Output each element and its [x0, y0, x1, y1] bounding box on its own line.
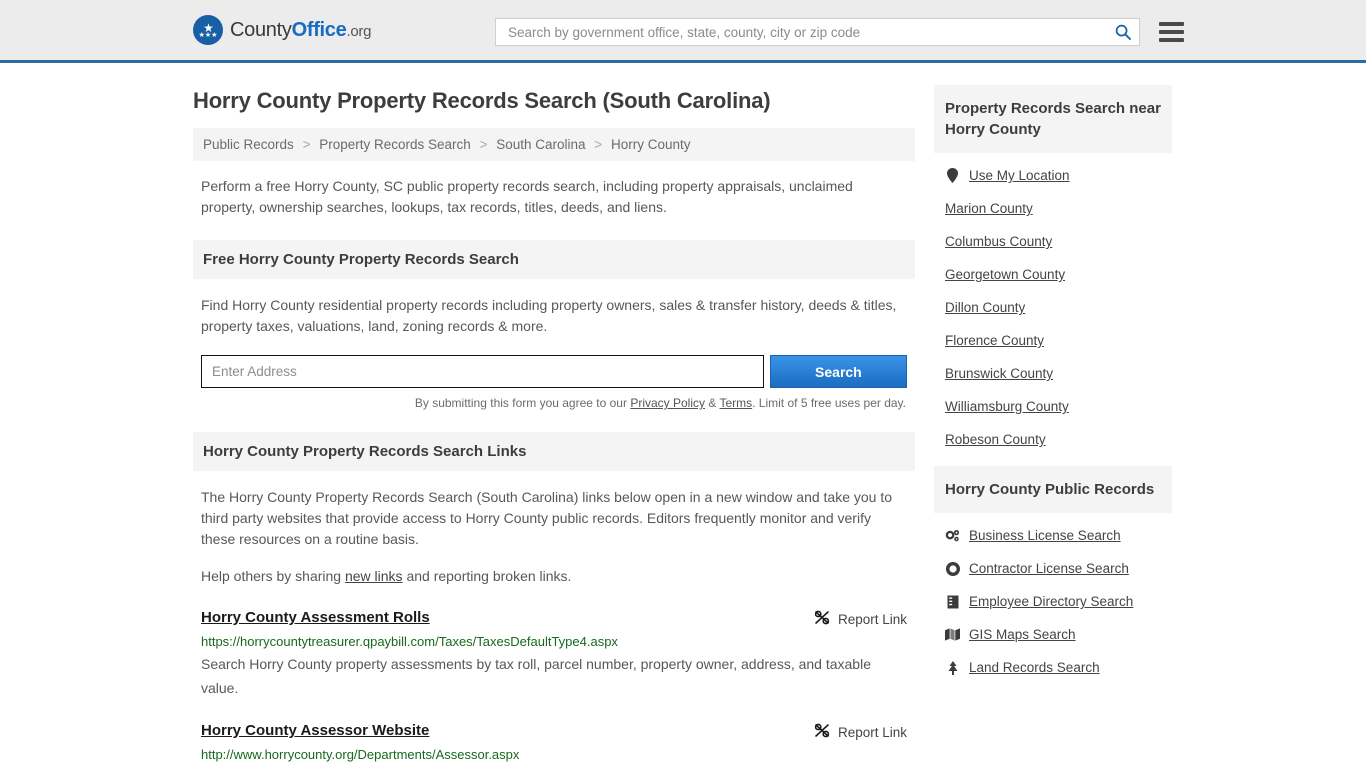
links-section-body: The Horry County Property Records Search… — [193, 487, 915, 587]
cog-icon — [945, 561, 960, 576]
result-header: Horry County Assessment Rolls Report Lin… — [201, 609, 907, 628]
sidebar-item-marion-county[interactable]: Marion County — [934, 192, 1172, 225]
logo-text: CountyOffice.org — [230, 19, 371, 42]
search-input[interactable] — [506, 23, 1115, 41]
sidebar-item-brunswick-county[interactable]: Brunswick County — [934, 357, 1172, 390]
free-search-description: Find Horry County residential property r… — [201, 297, 897, 334]
sidebar-item-contractor-license-search[interactable]: Contractor License Search — [934, 552, 1172, 585]
links-section-heading: Horry County Property Records Search Lin… — [193, 432, 915, 471]
result-description: Search Horry County property assessments… — [201, 656, 871, 696]
sidebar-item-business-license-search[interactable]: Business License Search — [934, 519, 1172, 552]
report-link-label: Report Link — [837, 724, 907, 740]
breadcrumb-item-public-records[interactable]: Public Records — [203, 137, 294, 152]
sidebar-item-use-my-location[interactable]: Use My Location — [934, 159, 1172, 192]
report-link-button[interactable]: Report Link — [814, 722, 907, 741]
address-input[interactable] — [201, 355, 764, 388]
address-search-button[interactable]: Search — [769, 355, 907, 388]
new-links-link[interactable]: new links — [345, 568, 403, 584]
result-header: Horry County Assessor Website Report Lin… — [201, 722, 907, 741]
links-section-paragraph: The Horry County Property Records Search… — [201, 489, 893, 547]
breadcrumb-item-property-records-search[interactable]: Property Records Search — [319, 137, 471, 152]
result-url[interactable]: https://horrycountytreasurer.qpaybill.co… — [201, 634, 907, 649]
search-icon[interactable] — [1115, 24, 1131, 40]
disclaimer-prefix: By submitting this form you agree to our — [414, 396, 631, 410]
result-url[interactable]: http://www.horrycounty.org/Departments/A… — [201, 747, 907, 762]
result-item: Horry County Assessment Rolls Report Lin… — [193, 609, 915, 700]
global-search-box[interactable] — [495, 18, 1140, 46]
breadcrumb-separator: > — [479, 137, 488, 152]
sidebar-link-label[interactable]: Employee Directory Search — [969, 594, 1133, 609]
breadcrumb-item-horry-county[interactable]: Horry County — [611, 137, 691, 152]
help-prefix: Help others by sharing — [201, 568, 345, 584]
breadcrumb-item-south-carolina[interactable]: South Carolina — [496, 137, 585, 152]
page-body: Horry County Property Records Search (So… — [0, 63, 1366, 768]
sidebar-item-columbus-county[interactable]: Columbus County — [934, 225, 1172, 258]
sidebar-item-williamsburg-county[interactable]: Williamsburg County — [934, 390, 1172, 423]
result-title-link[interactable]: Horry County Assessor Website — [201, 722, 429, 739]
breadcrumb-separator: > — [594, 137, 603, 152]
book-icon — [945, 595, 960, 609]
report-link-label: Report Link — [837, 611, 907, 627]
privacy-policy-link[interactable]: Privacy Policy — [630, 396, 705, 410]
sidebar-link-label[interactable]: Dillon County — [945, 300, 1025, 315]
hamburger-menu-icon[interactable] — [1159, 22, 1184, 42]
free-search-heading: Free Horry County Property Records Searc… — [193, 240, 915, 279]
logo-text-office: Office — [291, 18, 347, 41]
sidebar-item-georgetown-county[interactable]: Georgetown County — [934, 258, 1172, 291]
map-pin-icon — [945, 168, 960, 183]
logo-text-county: County — [230, 18, 292, 41]
sidebar-link-label[interactable]: Georgetown County — [945, 267, 1065, 282]
form-disclaimer: By submitting this form you agree to our… — [201, 396, 907, 410]
result-item: Horry County Assessor Website Report Lin… — [193, 722, 915, 768]
sidebar-link-label[interactable]: Land Records Search — [969, 660, 1100, 675]
sidebar-link-label[interactable]: Columbus County — [945, 234, 1052, 249]
sidebar-link-label[interactable]: Florence County — [945, 333, 1044, 348]
breadcrumb-separator: > — [302, 137, 311, 152]
public-records-list: Business License Search Contractor Licen… — [934, 513, 1172, 684]
header-search-area — [495, 18, 1184, 46]
sidebar-link-label[interactable]: Robeson County — [945, 432, 1046, 447]
terms-link[interactable]: Terms — [719, 396, 752, 410]
sidebar-item-land-records-search[interactable]: Land Records Search — [934, 651, 1172, 684]
nearby-counties-heading: Property Records Search near Horry Count… — [934, 85, 1172, 153]
free-search-body: Find Horry County residential property r… — [193, 295, 915, 410]
site-logo[interactable]: ★ ★★★ CountyOffice.org — [193, 15, 371, 45]
sidebar-item-employee-directory-search[interactable]: Employee Directory Search — [934, 585, 1172, 618]
broken-link-icon — [814, 723, 830, 741]
sidebar-item-robeson-county[interactable]: Robeson County — [934, 423, 1172, 456]
map-icon — [945, 628, 960, 641]
disclaimer-suffix: . Limit of 5 free uses per day. — [752, 396, 906, 410]
page-title: Horry County Property Records Search (So… — [193, 88, 771, 113]
sidebar-link-label[interactable]: Contractor License Search — [969, 561, 1129, 576]
public-records-panel: Horry County Public Records Business Lic… — [934, 466, 1172, 684]
logo-text-org: .org — [346, 22, 372, 40]
tree-icon — [945, 660, 960, 675]
sidebar-item-gis-maps-search[interactable]: GIS Maps Search — [934, 618, 1172, 651]
disclaimer-amp: & — [705, 396, 720, 410]
site-header: ★ ★★★ CountyOffice.org — [0, 0, 1366, 63]
sidebar-link-label[interactable]: Use My Location — [969, 168, 1070, 183]
public-records-heading: Horry County Public Records — [934, 466, 1172, 513]
sidebar: Property Records Search near Horry Count… — [934, 63, 1172, 694]
nearby-counties-panel: Property Records Search near Horry Count… — [934, 85, 1172, 456]
page-intro-text: Perform a free Horry County, SC public p… — [201, 178, 853, 215]
links-section-help: Help others by sharing new links and rep… — [201, 566, 907, 587]
sidebar-item-florence-county[interactable]: Florence County — [934, 324, 1172, 357]
sidebar-link-label[interactable]: Brunswick County — [945, 366, 1053, 381]
sidebar-link-label[interactable]: GIS Maps Search — [969, 627, 1076, 642]
report-link-button[interactable]: Report Link — [814, 609, 907, 628]
sidebar-link-label[interactable]: Marion County — [945, 201, 1033, 216]
sidebar-link-label[interactable]: Williamsburg County — [945, 399, 1069, 414]
eagle-seal-icon: ★ ★★★ — [193, 15, 223, 45]
sidebar-item-dillon-county[interactable]: Dillon County — [934, 291, 1172, 324]
help-suffix: and reporting broken links. — [402, 568, 572, 584]
result-title-link[interactable]: Horry County Assessment Rolls — [201, 609, 430, 626]
cogs-icon — [945, 529, 960, 543]
address-search-form: Search — [201, 355, 907, 388]
nearby-counties-list: Use My Location Marion County Columbus C… — [934, 153, 1172, 456]
broken-link-icon — [814, 610, 830, 628]
main-content: Horry County Property Records Search (So… — [193, 63, 915, 768]
sidebar-link-label[interactable]: Business License Search — [969, 528, 1121, 543]
breadcrumb: Public Records > Property Records Search… — [193, 128, 915, 161]
